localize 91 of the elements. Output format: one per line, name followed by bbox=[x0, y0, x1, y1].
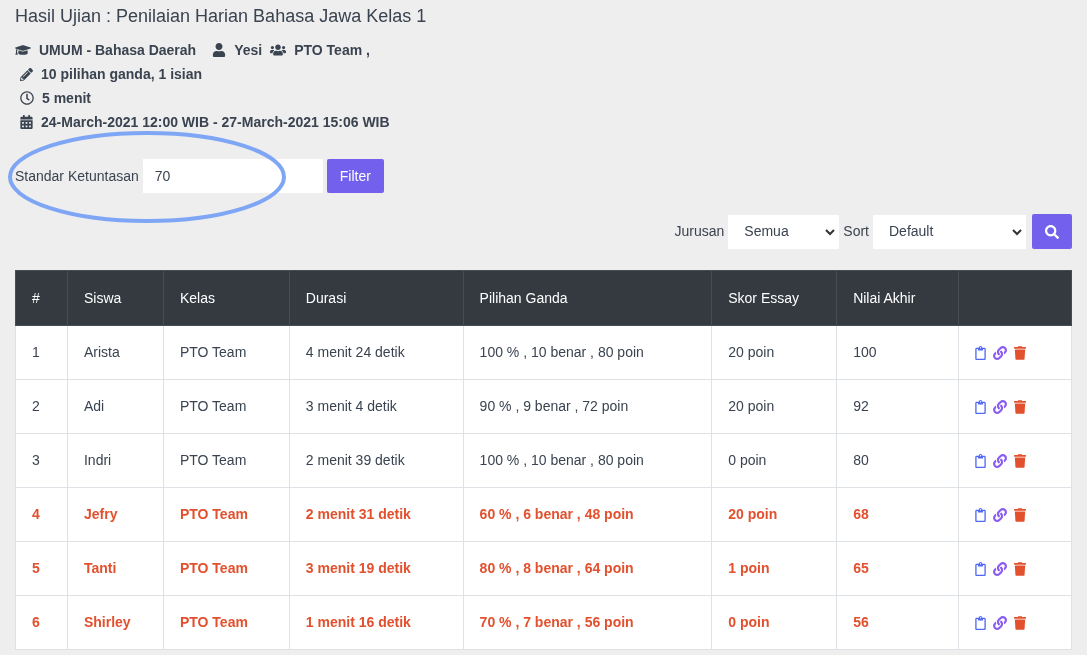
user-icon bbox=[212, 43, 227, 57]
table-cell: 20 poin bbox=[711, 379, 837, 434]
clipboard-icon[interactable] bbox=[975, 345, 986, 360]
table-cell: 60 % , 6 benar , 48 poin bbox=[463, 487, 712, 542]
trash-icon[interactable] bbox=[1014, 507, 1026, 522]
chevron-down-icon bbox=[825, 227, 836, 236]
table-cell: 20 poin bbox=[711, 325, 837, 380]
filter-label: Standar Ketuntasan bbox=[15, 166, 139, 186]
clipboard-icon[interactable] bbox=[975, 615, 986, 630]
clipboard-icon[interactable] bbox=[975, 561, 986, 576]
table-cell: 4 bbox=[15, 487, 68, 542]
table-cell: 1 bbox=[15, 325, 68, 380]
trash-icon[interactable] bbox=[1014, 615, 1026, 630]
column-header: # bbox=[15, 270, 68, 326]
trash-icon[interactable] bbox=[1014, 345, 1026, 360]
subject-text: UMUM - Bahasa Daerah bbox=[39, 41, 197, 59]
table-cell: 68 bbox=[836, 487, 959, 542]
table-cell: 80 % , 8 benar , 64 poin bbox=[463, 541, 712, 596]
table-cell: PTO Team bbox=[163, 433, 290, 488]
table-cell: Arista bbox=[67, 325, 164, 380]
clipboard-icon[interactable] bbox=[975, 507, 986, 522]
table-cell: 100 % , 10 benar , 80 poin bbox=[463, 325, 712, 380]
table-cell: 5 bbox=[15, 541, 68, 596]
page-title: Hasil Ujian : Penilaian Harian Bahasa Jawa Kelas 1 bbox=[15, 5, 428, 27]
column-header: Kelas bbox=[163, 270, 290, 326]
filter-button[interactable]: Filter bbox=[326, 159, 384, 193]
period-text: 24-March-2021 12:00 WIB - 27-March-2021 15:06 WIB bbox=[41, 113, 390, 131]
table-cell: PTO Team bbox=[163, 487, 290, 542]
table-cell: 70 % , 7 benar , 56 poin bbox=[463, 595, 712, 650]
group-text: PTO Team , bbox=[294, 41, 370, 59]
table-cell: Shirley bbox=[67, 595, 164, 650]
column-header: Skor Essay bbox=[711, 270, 837, 326]
column-header: Durasi bbox=[289, 270, 464, 326]
trash-icon[interactable] bbox=[1014, 561, 1026, 576]
table-cell: 3 menit 19 detik bbox=[289, 541, 464, 596]
duration-text: 5 menit bbox=[42, 89, 91, 107]
table-cell: PTO Team bbox=[163, 541, 290, 596]
table-cell: 3 menit 4 detik bbox=[289, 379, 464, 434]
table-cell: 20 poin bbox=[711, 487, 837, 542]
table-cell: Jefry bbox=[67, 487, 164, 542]
table-cell: PTO Team bbox=[163, 595, 290, 650]
table-cell: Indri bbox=[67, 433, 164, 488]
table-cell: 3 bbox=[15, 433, 68, 488]
sort-select[interactable]: Default bbox=[873, 214, 1026, 249]
teacher-text: Yesi bbox=[234, 41, 263, 59]
jurusan-select[interactable]: Semua bbox=[728, 214, 840, 249]
table-cell: 0 poin bbox=[711, 595, 837, 650]
table-cell: 100 % , 10 benar , 80 poin bbox=[463, 433, 712, 488]
link-icon[interactable] bbox=[993, 453, 1007, 468]
table-cell: 92 bbox=[836, 379, 959, 434]
sort-label: Sort bbox=[843, 222, 869, 241]
column-header: Pilihan Ganda bbox=[463, 270, 712, 326]
clipboard-icon[interactable] bbox=[975, 453, 986, 468]
search-icon bbox=[1045, 224, 1059, 239]
column-header: Nilai Akhir bbox=[836, 270, 959, 326]
calendar-icon bbox=[20, 115, 33, 129]
link-icon[interactable] bbox=[993, 345, 1007, 360]
clipboard-icon[interactable] bbox=[975, 399, 986, 414]
search-button[interactable] bbox=[1032, 214, 1072, 249]
table-cell: 90 % , 9 benar , 72 poin bbox=[463, 379, 712, 434]
table-cell: 65 bbox=[836, 541, 959, 596]
standard-input-field[interactable]: 70 bbox=[142, 159, 323, 193]
jurusan-label: Jurusan bbox=[674, 222, 725, 241]
table-cell: 4 menit 24 detik bbox=[289, 325, 464, 380]
table-cell: 0 poin bbox=[711, 433, 837, 488]
link-icon[interactable] bbox=[993, 507, 1007, 522]
table-cell: Adi bbox=[67, 379, 164, 434]
table-cell: PTO Team bbox=[163, 379, 290, 434]
table-cell: 1 poin bbox=[711, 541, 837, 596]
graduation-cap-icon bbox=[15, 42, 31, 58]
table-cell: 2 bbox=[15, 379, 68, 434]
table-cell: Tanti bbox=[67, 541, 164, 596]
clock-icon bbox=[20, 91, 34, 105]
table-cell: 2 menit 39 detik bbox=[289, 433, 464, 488]
table-cell: 1 menit 16 detik bbox=[289, 595, 464, 650]
users-icon bbox=[270, 42, 287, 58]
table-cell: 2 menit 31 detik bbox=[289, 487, 464, 542]
chevron-down-icon bbox=[1012, 227, 1022, 236]
trash-icon[interactable] bbox=[1014, 453, 1026, 468]
trash-icon[interactable] bbox=[1014, 399, 1026, 414]
table-cell: 6 bbox=[15, 595, 68, 650]
column-header: Siswa bbox=[67, 270, 164, 326]
questions-text: 10 pilihan ganda, 1 isian bbox=[41, 65, 203, 83]
link-icon[interactable] bbox=[993, 399, 1007, 414]
table-cell: 100 bbox=[836, 325, 959, 380]
link-icon[interactable] bbox=[993, 561, 1007, 576]
table-cell: PTO Team bbox=[163, 325, 290, 380]
pencil-icon bbox=[20, 67, 33, 81]
table-cell: 80 bbox=[836, 433, 959, 488]
link-icon[interactable] bbox=[993, 615, 1007, 630]
table-cell: 56 bbox=[836, 595, 959, 650]
